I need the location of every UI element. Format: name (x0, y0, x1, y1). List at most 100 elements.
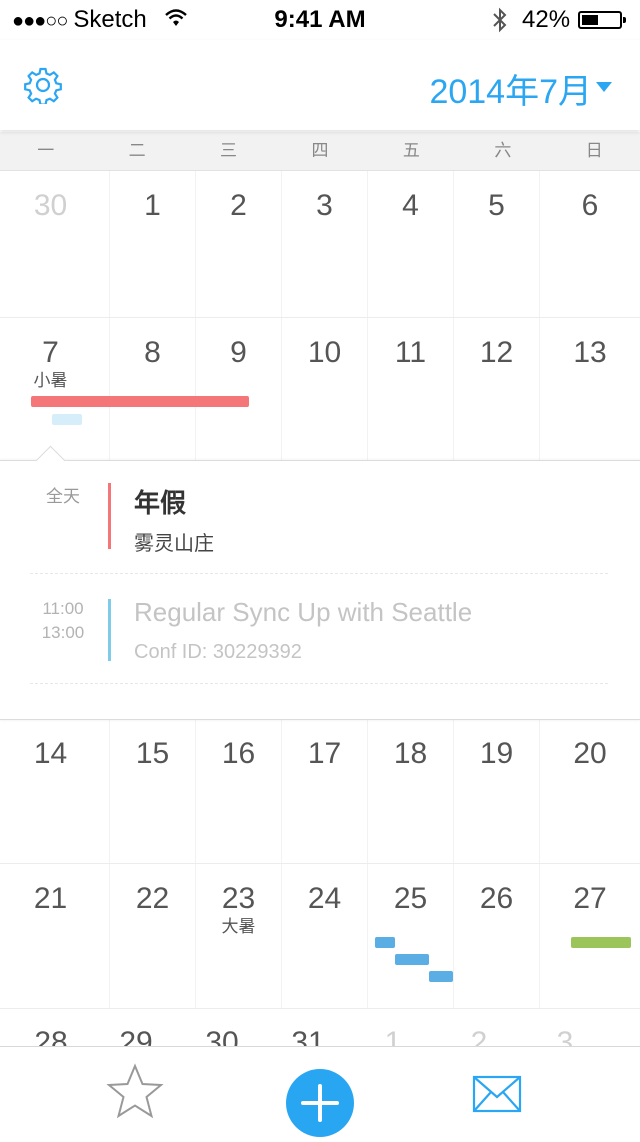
day-number: 12 (479, 336, 514, 369)
event-color-line (108, 599, 111, 661)
event-bar[interactable] (571, 937, 631, 948)
day-cell[interactable]: 1 (109, 171, 195, 317)
solar-term-label: 小暑 (33, 371, 68, 390)
weekday-label: 五 (402, 141, 420, 160)
day-cell[interactable]: 27 (539, 864, 640, 1008)
day-number: 16 (221, 737, 256, 770)
status-bar: ●●●○○ Sketch 9:41 AM 42% (0, 0, 640, 40)
day-cell[interactable]: 25 (367, 864, 453, 1008)
event-time: 全天 (46, 487, 80, 506)
event-title: Regular Sync Up with Seattle (134, 597, 473, 627)
battery-icon (578, 11, 626, 29)
day-cell[interactable]: 24 (281, 864, 367, 1008)
event-subtitle: Conf ID: 30229392 (134, 641, 302, 663)
day-number: 6 (581, 189, 599, 222)
day-cell[interactable]: 5 (453, 171, 539, 317)
mail-icon[interactable] (472, 1075, 522, 1113)
day-cell[interactable]: 14 (0, 719, 109, 863)
month-title[interactable]: 2014年7月 (429, 64, 592, 113)
day-cell[interactable]: 15 (109, 719, 195, 863)
day-cell[interactable]: 18 (367, 719, 453, 863)
day-cell[interactable]: 7 小暑 (0, 318, 109, 460)
day-number[interactable]: 29 (93, 1026, 179, 1046)
divider (30, 683, 608, 684)
day-number: 30 (33, 189, 68, 222)
event-bar-meeting[interactable] (52, 414, 82, 425)
day-number: 3 (316, 189, 333, 222)
day-number: 14 (33, 737, 68, 770)
solar-term-label: 大暑 (221, 917, 256, 936)
week-row: 21 22 23 大暑 24 25 26 27 (0, 864, 640, 1009)
tab-bar (0, 1046, 640, 1137)
day-number: 11 (394, 336, 427, 369)
day-number: 13 (573, 336, 607, 369)
week-row: 14 15 16 17 18 19 20 (0, 719, 640, 864)
day-cell[interactable]: 19 (453, 719, 539, 863)
event-bar[interactable] (429, 971, 453, 982)
day-cell[interactable]: 20 (539, 719, 640, 863)
weekday-header: 一 二 三 四 五 六 日 (0, 132, 640, 171)
day-number: 7 (42, 336, 59, 369)
event-color-line (108, 483, 111, 549)
gear-icon[interactable] (24, 66, 62, 104)
weekday-label: 日 (585, 141, 603, 160)
day-number: 26 (479, 882, 514, 915)
day-cell[interactable]: 2 (195, 171, 281, 317)
week-row: 30 1 2 3 4 5 6 (0, 171, 640, 318)
divider (30, 573, 608, 574)
day-number: 10 (307, 336, 342, 369)
day-number[interactable]: 28 (8, 1026, 94, 1046)
day-number: 18 (393, 737, 428, 770)
weekday-label: 二 (128, 141, 146, 160)
day-cell[interactable]: 11 (367, 318, 453, 460)
day-number: 24 (307, 882, 342, 915)
day-cell[interactable]: 21 (0, 864, 109, 1008)
event-bar[interactable] (395, 954, 429, 965)
week-row: 7 小暑 8 9 10 11 12 13 (0, 318, 640, 461)
day-cell[interactable]: 6 (539, 171, 640, 317)
day-number[interactable]: 3 (522, 1026, 608, 1046)
day-cell[interactable]: 17 (281, 719, 367, 863)
day-cell[interactable]: 23 大暑 (195, 864, 281, 1008)
day-cell[interactable]: 10 (281, 318, 367, 460)
day-number: 4 (402, 189, 419, 222)
nav-bar: 2014年7月 (0, 40, 640, 130)
day-number[interactable]: 2 (436, 1026, 522, 1046)
day-number: 5 (488, 189, 505, 222)
day-cell[interactable]: 9 (195, 318, 281, 460)
day-number: 22 (135, 882, 170, 915)
day-cell[interactable]: 22 (109, 864, 195, 1008)
event-time-start: 11:00 (42, 599, 84, 618)
event-time-end: 13:00 (41, 623, 85, 642)
triangle-down-icon[interactable] (596, 82, 612, 92)
day-number: 9 (230, 336, 247, 369)
day-number[interactable]: 31 (265, 1026, 351, 1046)
event-bar-vacation[interactable] (31, 396, 249, 407)
day-number[interactable]: 30 (179, 1026, 265, 1046)
weekday-label: 三 (220, 141, 238, 160)
plus-icon (301, 1084, 339, 1122)
day-number: 2 (230, 189, 247, 222)
weekday-label: 四 (311, 141, 329, 160)
day-number: 8 (144, 336, 161, 369)
add-button[interactable] (286, 1069, 354, 1137)
day-cell[interactable]: 3 (281, 171, 367, 317)
weekday-label: 六 (494, 141, 512, 160)
event-bar[interactable] (375, 937, 395, 948)
day-number: 21 (33, 882, 68, 915)
day-cell[interactable]: 26 (453, 864, 539, 1008)
day-cell[interactable]: 16 (195, 719, 281, 863)
day-number[interactable]: 1 (350, 1026, 436, 1046)
day-cell[interactable]: 8 (109, 318, 195, 460)
weekday-label: 一 (37, 141, 55, 160)
day-number: 23 (221, 882, 256, 915)
day-cell[interactable]: 4 (367, 171, 453, 317)
event-title: 年假 (134, 488, 187, 518)
day-cell[interactable]: 12 (453, 318, 539, 460)
day-cell[interactable]: 13 (539, 318, 640, 460)
star-icon[interactable] (106, 1063, 164, 1119)
day-number: 15 (135, 737, 170, 770)
day-number: 19 (479, 737, 514, 770)
day-cell[interactable]: 30 (0, 171, 109, 317)
day-number: 20 (573, 737, 607, 770)
